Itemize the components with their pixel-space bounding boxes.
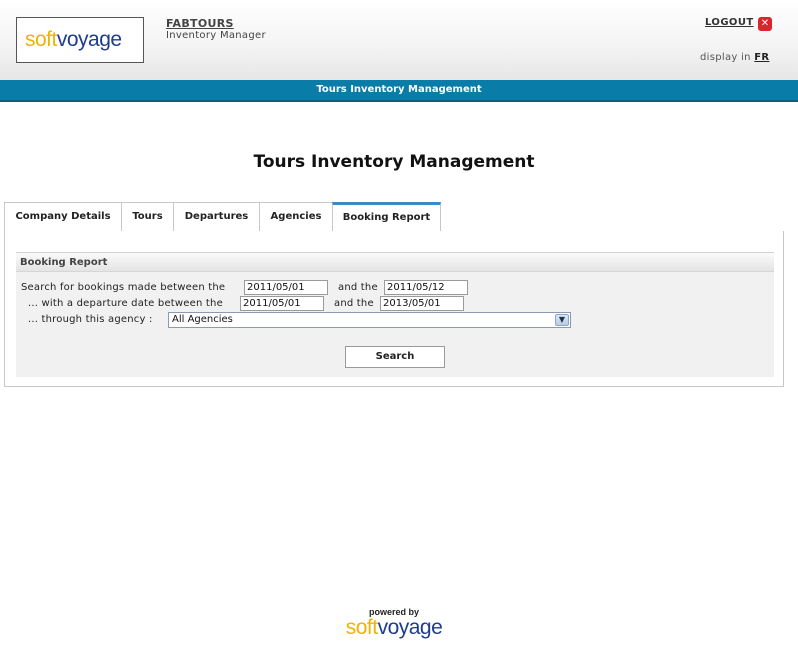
booking-date-from-field[interactable]: 2011/05/01 bbox=[244, 280, 328, 295]
booking-date-to-field[interactable]: 2011/05/12 bbox=[384, 280, 468, 295]
departure-date-to-field[interactable]: 2013/05/01 bbox=[380, 296, 464, 311]
logo-soft-text: soft bbox=[25, 28, 57, 51]
tab-agencies[interactable]: Agencies bbox=[259, 202, 333, 232]
header: softvoyage FABTOURS Inventory Manager LO… bbox=[0, 0, 798, 80]
tab-booking-report[interactable]: Booking Report bbox=[332, 202, 441, 232]
booking-report-panel: Booking Report Search for bookings made … bbox=[4, 231, 784, 387]
language-fr-link[interactable]: FR bbox=[754, 52, 769, 63]
tab-company-details[interactable]: Company Details bbox=[4, 202, 122, 232]
footer-logo-soft-text: soft bbox=[345, 616, 378, 639]
departure-date-and-label: and the bbox=[334, 298, 374, 309]
title-bar: Tours Inventory Management bbox=[0, 80, 798, 102]
search-button[interactable]: Search bbox=[345, 346, 445, 368]
footer-softvoyage-logo: softvoyage bbox=[0, 614, 788, 642]
footer-logo-voyage-text: voyage bbox=[377, 616, 443, 639]
softvoyage-logo: softvoyage bbox=[16, 17, 144, 63]
title-bar-text: Tours Inventory Management bbox=[316, 84, 482, 95]
language-switch: display in FR bbox=[700, 52, 769, 63]
tab-tours[interactable]: Tours bbox=[121, 202, 174, 232]
display-in-label: display in bbox=[700, 52, 751, 63]
agency-label: ... through this agency : bbox=[28, 314, 153, 325]
app-subtitle: Inventory Manager bbox=[166, 30, 266, 41]
chevron-down-icon[interactable]: ▼ bbox=[555, 314, 569, 326]
tab-departures[interactable]: Departures bbox=[173, 202, 260, 232]
close-icon[interactable]: ✕ bbox=[758, 17, 772, 31]
booking-date-label: Search for bookings made between the bbox=[21, 282, 226, 293]
booking-report-form: Booking Report Search for bookings made … bbox=[16, 252, 774, 377]
section-title: Booking Report bbox=[20, 257, 108, 268]
section-header: Booking Report bbox=[16, 252, 774, 272]
departure-date-label: ... with a departure date between the bbox=[28, 298, 223, 309]
logout-link[interactable]: LOGOUT bbox=[705, 17, 754, 28]
agency-select-value: All Agencies bbox=[172, 314, 233, 325]
page-title: Tours Inventory Management bbox=[253, 152, 535, 172]
logo-voyage-text: voyage bbox=[56, 28, 122, 51]
booking-date-and-label: and the bbox=[338, 282, 378, 293]
company-link[interactable]: FABTOURS bbox=[166, 17, 234, 30]
agency-select[interactable]: All Agencies ▼ bbox=[168, 312, 571, 328]
departure-date-from-field[interactable]: 2011/05/01 bbox=[240, 296, 324, 311]
